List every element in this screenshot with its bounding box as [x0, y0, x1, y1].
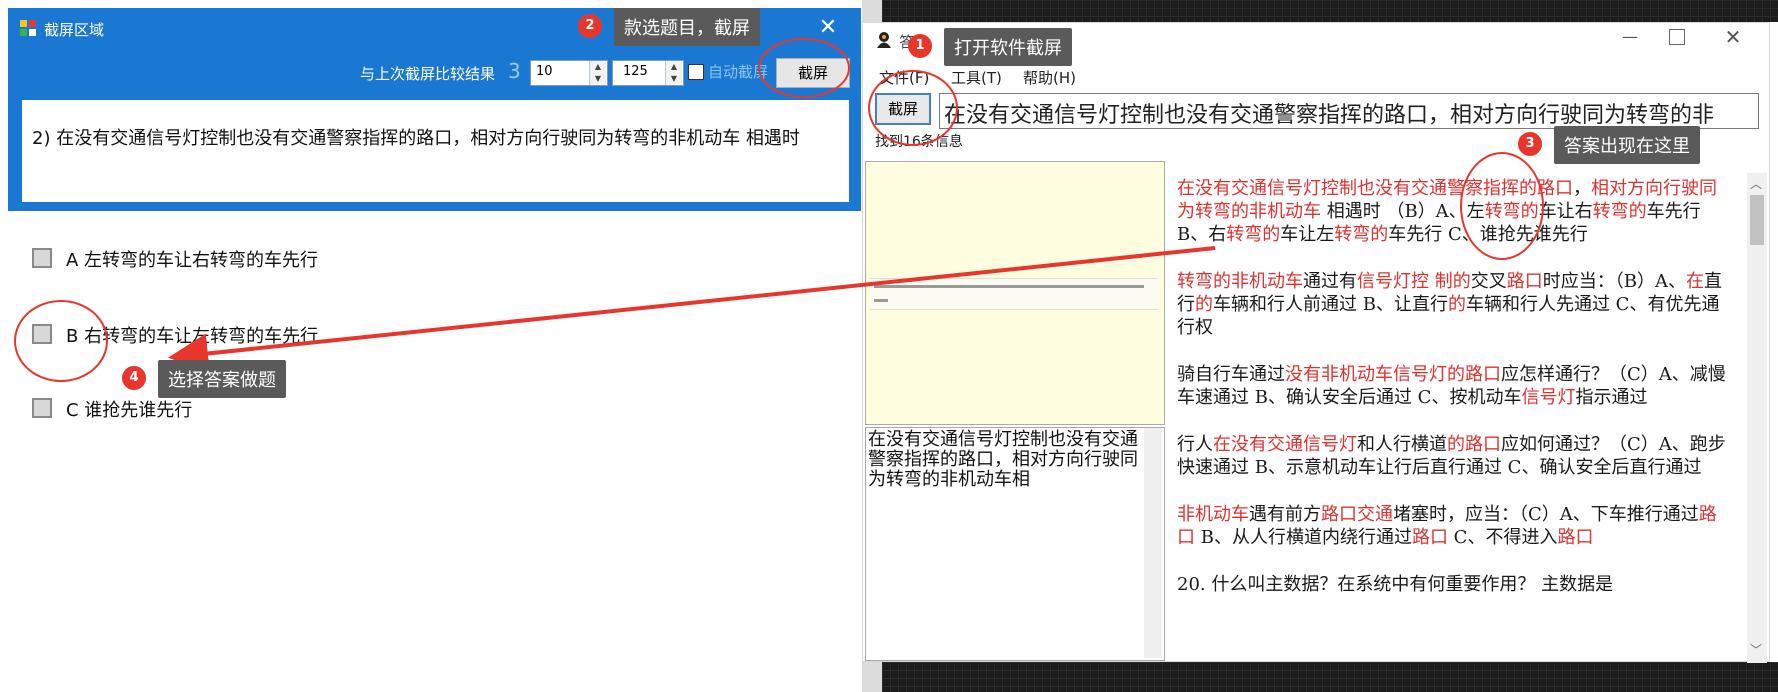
highlight-ring-capture [758, 38, 850, 98]
step-badge-1: 1 [908, 34, 932, 58]
step-callout-4: 选择答案做题 [158, 360, 286, 398]
highlight-ring-open [868, 70, 958, 146]
step-callout-1: 打开软件截屏 [944, 28, 1072, 66]
answer-arrow-thin [183, 247, 1216, 357]
step-badge-3: 3 [1518, 132, 1542, 156]
step-badge-2: 2 [578, 14, 602, 38]
step-badge-4: 4 [122, 366, 146, 390]
highlight-ring-answer [1460, 152, 1544, 260]
step-callout-3: 答案出现在这里 [1554, 126, 1700, 164]
step-callout-2: 款选题目，截屏 [614, 8, 760, 46]
highlight-ring-option-b [14, 300, 108, 382]
